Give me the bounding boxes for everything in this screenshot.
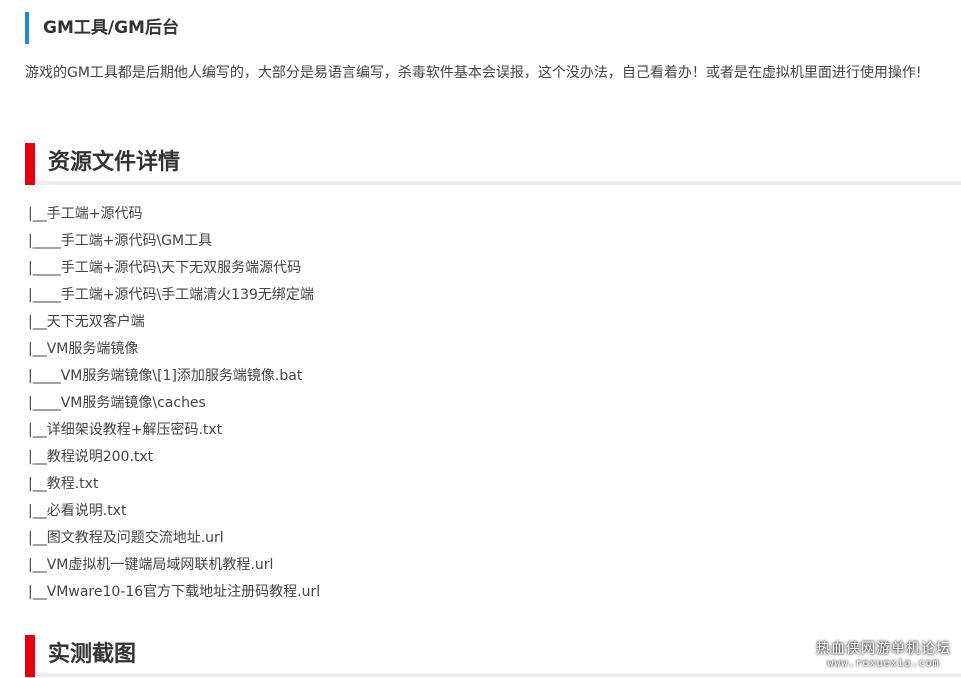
heading-accent-bar xyxy=(25,143,35,185)
file-tree-list: |__手工端+源代码 |____手工端+源代码\GM工具 |____手工端+源代码\… xyxy=(28,201,320,606)
file-tree-item: |____手工端+源代码\手工端清火139无绑定端 xyxy=(28,287,314,303)
file-tree-item: |__必看说明.txt xyxy=(28,503,127,519)
file-tree-item: |__详细架设教程+解压密码.txt xyxy=(28,422,223,438)
gm-tools-description: 游戏的GM工具都是后期他人编写的，大部分是易语言编写，杀毒软件基本会误报，这个没… xyxy=(25,65,922,81)
file-tree-item: |__天下无双客户端 xyxy=(28,314,145,330)
gm-tools-heading: GM工具/GM后台 xyxy=(25,12,179,44)
heading-underline xyxy=(35,181,961,185)
file-tree-item: |__VM虚拟机一键端局域网联机教程.url xyxy=(28,557,274,573)
file-tree-item: |____手工端+源代码\天下无双服务端源代码 xyxy=(28,260,302,276)
watermark-url: www.rexuexia.com xyxy=(827,658,940,669)
file-tree-item: |__VM服务端镜像 xyxy=(28,341,139,357)
site-watermark: 热血侠网游单机论坛 www.rexuexia.com xyxy=(816,640,951,670)
watermark-title: 热血侠网游单机论坛 xyxy=(816,641,951,657)
screenshots-title: 实测截图 xyxy=(48,642,137,667)
file-tree-item: |__图文教程及问题交流地址.url xyxy=(28,530,224,546)
file-tree-item: |__教程说明200.txt xyxy=(28,449,154,465)
file-tree-item: |__教程.txt xyxy=(28,476,99,492)
resource-files-heading: 资源文件详情 xyxy=(25,143,961,185)
heading-underline xyxy=(35,673,961,677)
file-tree-item: |__VMware10-16官方下载地址注册码教程.url xyxy=(28,584,321,600)
file-tree-item: |____VM服务端镜像\[1]添加服务端镜像.bat xyxy=(28,368,303,384)
file-tree-item: |____VM服务端镜像\caches xyxy=(28,395,206,411)
heading-accent-bar xyxy=(25,635,35,677)
resource-files-title: 资源文件详情 xyxy=(48,150,181,175)
file-tree-item: |____手工端+源代码\GM工具 xyxy=(28,233,213,249)
file-tree-item: |__手工端+源代码 xyxy=(28,206,143,222)
